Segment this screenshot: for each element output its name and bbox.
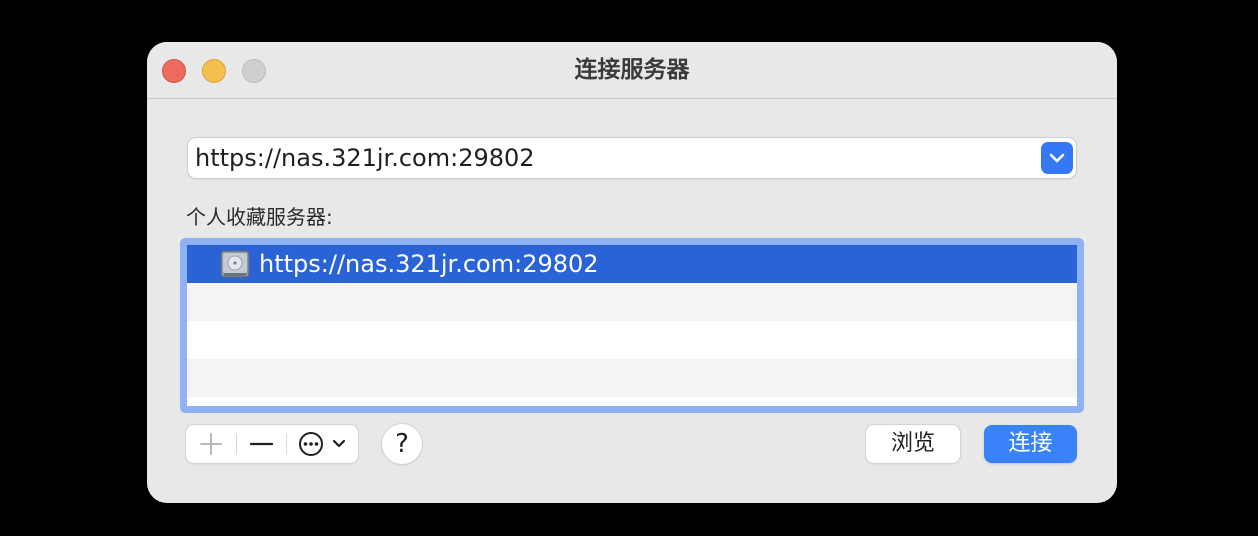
server-drive-icon xyxy=(220,250,250,278)
list-item[interactable]: https://nas.321jr.com:29802 xyxy=(187,245,1077,283)
empty-list-row xyxy=(187,321,1077,359)
list-item-label: https://nas.321jr.com:29802 xyxy=(259,250,599,278)
add-favorite-button[interactable] xyxy=(186,425,236,463)
empty-list-row xyxy=(187,359,1077,397)
window-title: 连接服务器 xyxy=(574,57,690,83)
help-button[interactable]: ? xyxy=(382,424,422,464)
favorites-list-focus-ring: https://nas.321jr.com:29802 xyxy=(180,238,1084,413)
empty-list-row xyxy=(187,397,1077,406)
connect-button[interactable]: 连接 xyxy=(984,425,1077,463)
favorites-list[interactable]: https://nas.321jr.com:29802 xyxy=(187,245,1077,406)
more-options-button[interactable] xyxy=(287,425,358,463)
connect-to-server-window: 连接服务器 https://nas.321jr.com:29802 个人收藏服务… xyxy=(147,42,1117,503)
favorites-label: 个人收藏服务器: xyxy=(186,205,333,229)
ellipsis-circle-icon xyxy=(299,432,346,456)
minus-icon xyxy=(249,442,274,446)
favorites-edit-segmented-control xyxy=(186,425,358,463)
empty-list-row xyxy=(187,283,1077,321)
history-dropdown-button[interactable] xyxy=(1041,142,1073,174)
server-address-input[interactable]: https://nas.321jr.com:29802 xyxy=(195,138,535,178)
chevron-down-icon xyxy=(1049,153,1065,163)
remove-favorite-button[interactable] xyxy=(237,425,286,463)
title-bar: 连接服务器 xyxy=(147,42,1117,99)
browse-button[interactable]: 浏览 xyxy=(866,425,960,463)
server-address-combobox[interactable]: https://nas.321jr.com:29802 xyxy=(188,138,1076,178)
plus-icon xyxy=(200,433,222,455)
